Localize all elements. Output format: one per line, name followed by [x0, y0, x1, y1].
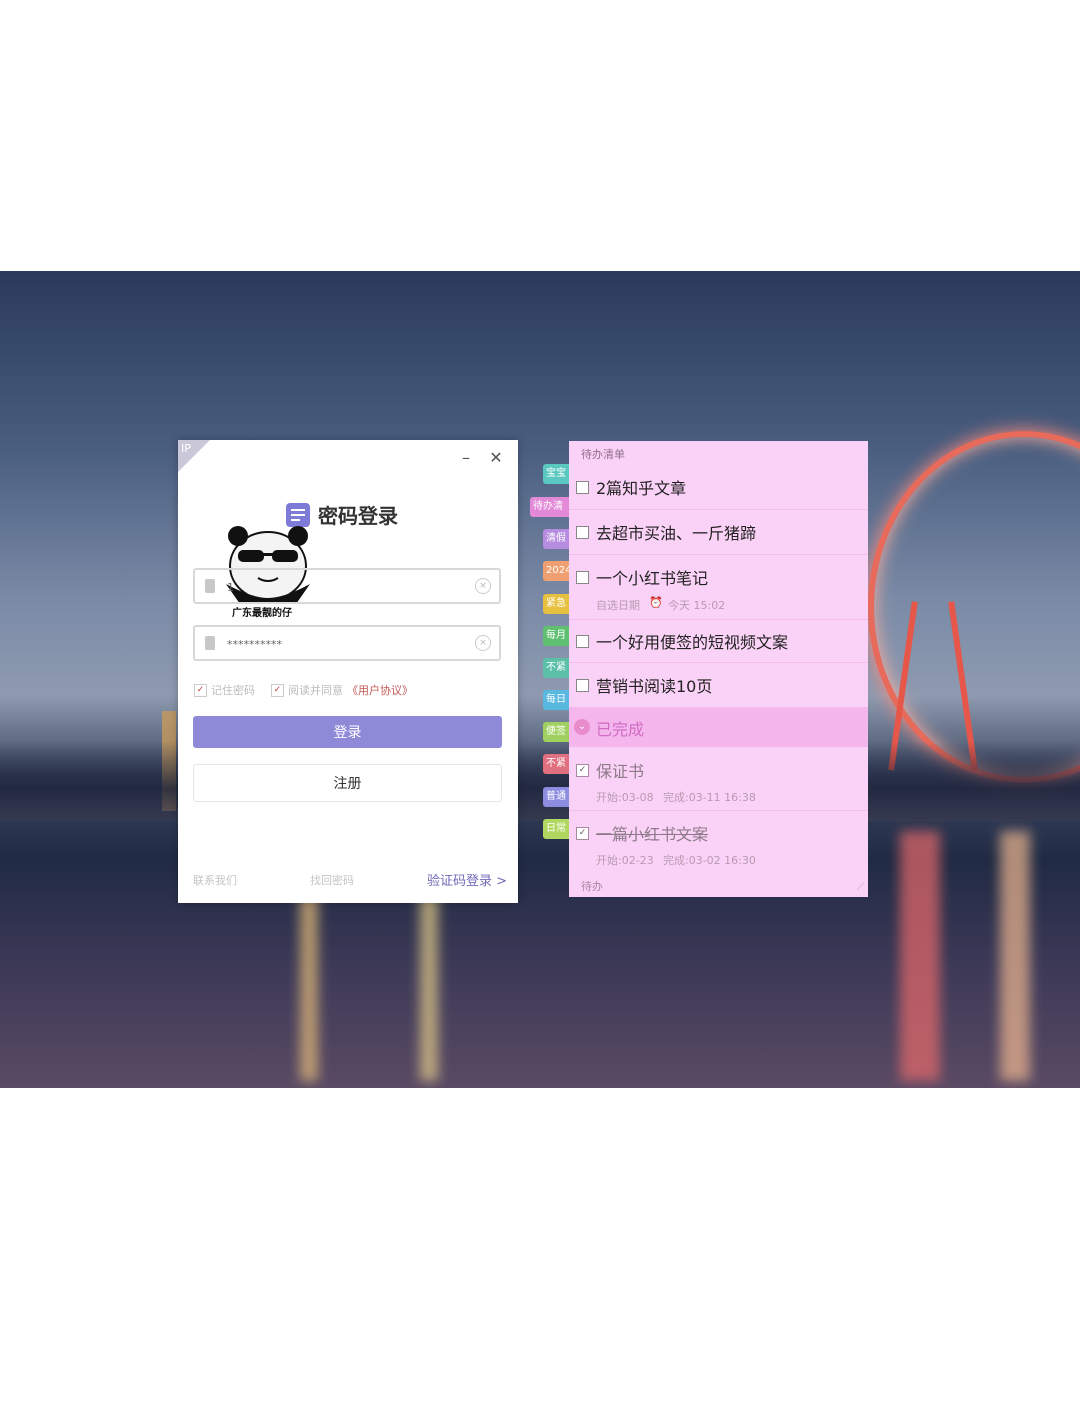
account-input[interactable] — [225, 576, 469, 598]
password-input[interactable] — [225, 633, 469, 655]
register-button[interactable]: 注册 — [193, 764, 502, 802]
sms-login-link[interactable]: 验证码登录 > — [427, 870, 507, 889]
completed-text: 保证书 — [596, 762, 645, 781]
todo-panel-title: 待办清单 — [581, 448, 625, 461]
todo-text: 营销书阅读10页 — [596, 677, 713, 696]
recover-password-link[interactable]: 找回密码 — [310, 872, 354, 888]
login-options: ✓ 记住密码 ✓ 阅读并同意 《用户协议》 — [194, 682, 413, 698]
todo-item[interactable]: 一个小红书笔记 自选日期 ⏰ 今天 15:02 — [569, 555, 868, 620]
light-reflection — [900, 831, 940, 1081]
agree-checkbox[interactable]: ✓ — [271, 683, 284, 697]
lock-icon — [205, 636, 215, 650]
close-button[interactable]: ✕ — [486, 448, 506, 467]
light-reflection — [1000, 831, 1030, 1081]
todo-text: 2篇知乎文章 — [596, 479, 687, 498]
todo-checkbox[interactable] — [576, 481, 589, 494]
completed-section-label: 已完成 — [596, 720, 645, 739]
completed-item[interactable]: ✓ 保证书 开始:03-08 完成:03-11 16:38 — [569, 748, 868, 811]
agree-terms-option[interactable]: ✓ 阅读并同意 《用户协议》 — [271, 682, 413, 698]
todo-checkbox[interactable] — [576, 526, 589, 539]
todo-checkbox[interactable] — [576, 679, 589, 692]
alarm-icon: ⏰ — [649, 596, 663, 609]
completed-checkbox[interactable]: ✓ — [576, 764, 589, 777]
minimize-button[interactable]: – — [456, 448, 476, 467]
clear-account-icon[interactable]: × — [475, 578, 491, 594]
phone-icon — [205, 579, 215, 593]
login-button[interactable]: 登录 — [193, 716, 502, 748]
todo-item[interactable]: 2篇知乎文章 — [569, 465, 868, 510]
completed-text: 一篇小红书文案 — [596, 825, 709, 844]
todo-text: 一个小红书笔记 — [596, 569, 709, 588]
completed-start-date: 开始:03-08 — [596, 791, 654, 804]
completed-start-date: 开始:02-23 — [596, 854, 654, 867]
todo-item[interactable]: 营销书阅读10页 — [569, 663, 868, 706]
todo-text: 去超市买油、一斤猪蹄 — [596, 524, 757, 543]
completed-section-toggle[interactable]: ⌄ 已完成 — [569, 707, 868, 747]
remember-checkbox[interactable]: ✓ — [194, 683, 207, 697]
remember-password-option[interactable]: ✓ 记住密码 — [194, 682, 255, 698]
todo-text: 一个好用便签的短视频文案 — [596, 633, 789, 652]
resize-handle-icon[interactable]: ⟋ — [857, 882, 864, 893]
side-tab[interactable]: 待办清 — [530, 497, 570, 517]
chevron-down-icon: ⌄ — [574, 719, 590, 735]
desktop-wallpaper — [0, 271, 1080, 1088]
todo-item[interactable]: 一个好用便签的短视频文案 — [569, 620, 868, 663]
ip-badge-label: IP — [181, 442, 191, 455]
todo-footer-label: 待办 — [581, 880, 603, 893]
page-title: 密码登录 — [318, 504, 398, 528]
todo-checkbox[interactable] — [576, 571, 589, 584]
completed-item[interactable]: ✓ 一篇小红书文案 开始:02-23 完成:03-02 16:30 — [569, 811, 868, 873]
login-window: IP – ✕ 密码登录 广东最靓的仔 × × ✓ 记住密码 ✓ 阅读并 — [178, 440, 518, 903]
city-skyline — [0, 741, 1080, 821]
completed-finish-date: 完成:03-11 16:38 — [663, 791, 756, 804]
completed-finish-date: 完成:03-02 16:30 — [663, 854, 756, 867]
password-field[interactable]: × — [193, 625, 501, 661]
remember-label: 记住密码 — [211, 684, 255, 697]
todo-checkbox[interactable] — [576, 635, 589, 648]
contact-us-link[interactable]: 联系我们 — [193, 872, 237, 888]
user-agreement-link[interactable]: 《用户协议》 — [347, 682, 413, 698]
clear-password-icon[interactable]: × — [475, 635, 491, 651]
todo-date-picker[interactable]: 自选日期 — [596, 597, 640, 613]
agree-label: 阅读并同意 — [288, 684, 343, 697]
todo-item[interactable]: 去超市买油、一斤猪蹄 — [569, 510, 868, 555]
todo-reminder-time: 今天 15:02 — [668, 599, 726, 612]
completed-checkbox[interactable]: ✓ — [576, 827, 589, 840]
account-field[interactable]: × — [193, 568, 501, 604]
sticker-caption: 广东最靓的仔 — [232, 608, 292, 619]
todo-panel: 待办清单 2篇知乎文章 去超市买油、一斤猪蹄 一个小红书笔记 自选日期 ⏰ 今天… — [569, 441, 868, 897]
